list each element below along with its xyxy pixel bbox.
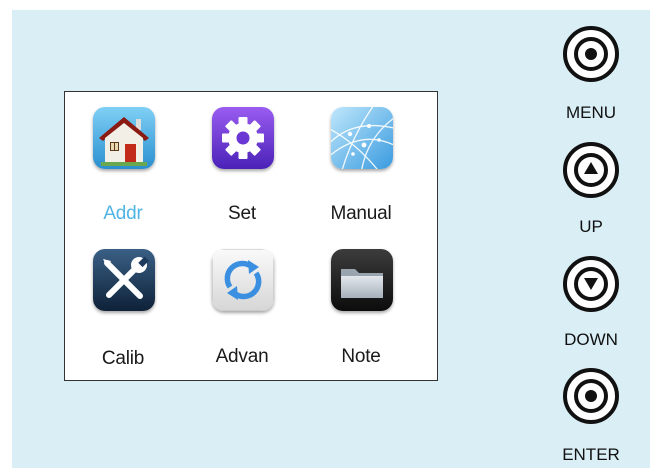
tools-icon [93,249,155,311]
app-label: Calib [101,348,145,369]
folder-icon [331,249,393,311]
app-label: Note [341,346,381,367]
gear-icon [212,107,274,169]
refresh-icon [212,249,274,311]
app-label: Advan [215,346,269,367]
app-addr[interactable]: Addr [68,107,178,227]
app-label: Set [228,203,256,224]
dot-icon [585,48,597,60]
down-label: DOWN [564,330,618,349]
app-label: Addr [103,203,143,224]
up-button[interactable] [563,142,619,198]
app-manual[interactable]: Manual [306,107,416,227]
globe-network-icon [331,107,393,169]
enter-label: ENTER [562,445,620,464]
menu-label: MENU [565,103,617,122]
down-button[interactable] [563,256,619,312]
up-label: UP [579,217,603,236]
triangle-up-icon [584,162,598,174]
lcd-screen: Addr Set Manual Calib Advan Note [64,91,438,381]
app-label: Manual [330,203,392,224]
app-set[interactable]: Set [187,107,297,227]
enter-button[interactable] [563,368,619,424]
home-icon [93,107,155,169]
app-note[interactable]: Note [306,249,416,369]
device-panel: Addr Set Manual Calib Advan Note MENU UP… [12,10,650,468]
menu-button[interactable] [563,26,619,82]
app-advan[interactable]: Advan [187,249,297,369]
app-calib[interactable]: Calib [68,249,178,369]
dot-icon [585,390,597,402]
triangle-down-icon [584,278,598,290]
